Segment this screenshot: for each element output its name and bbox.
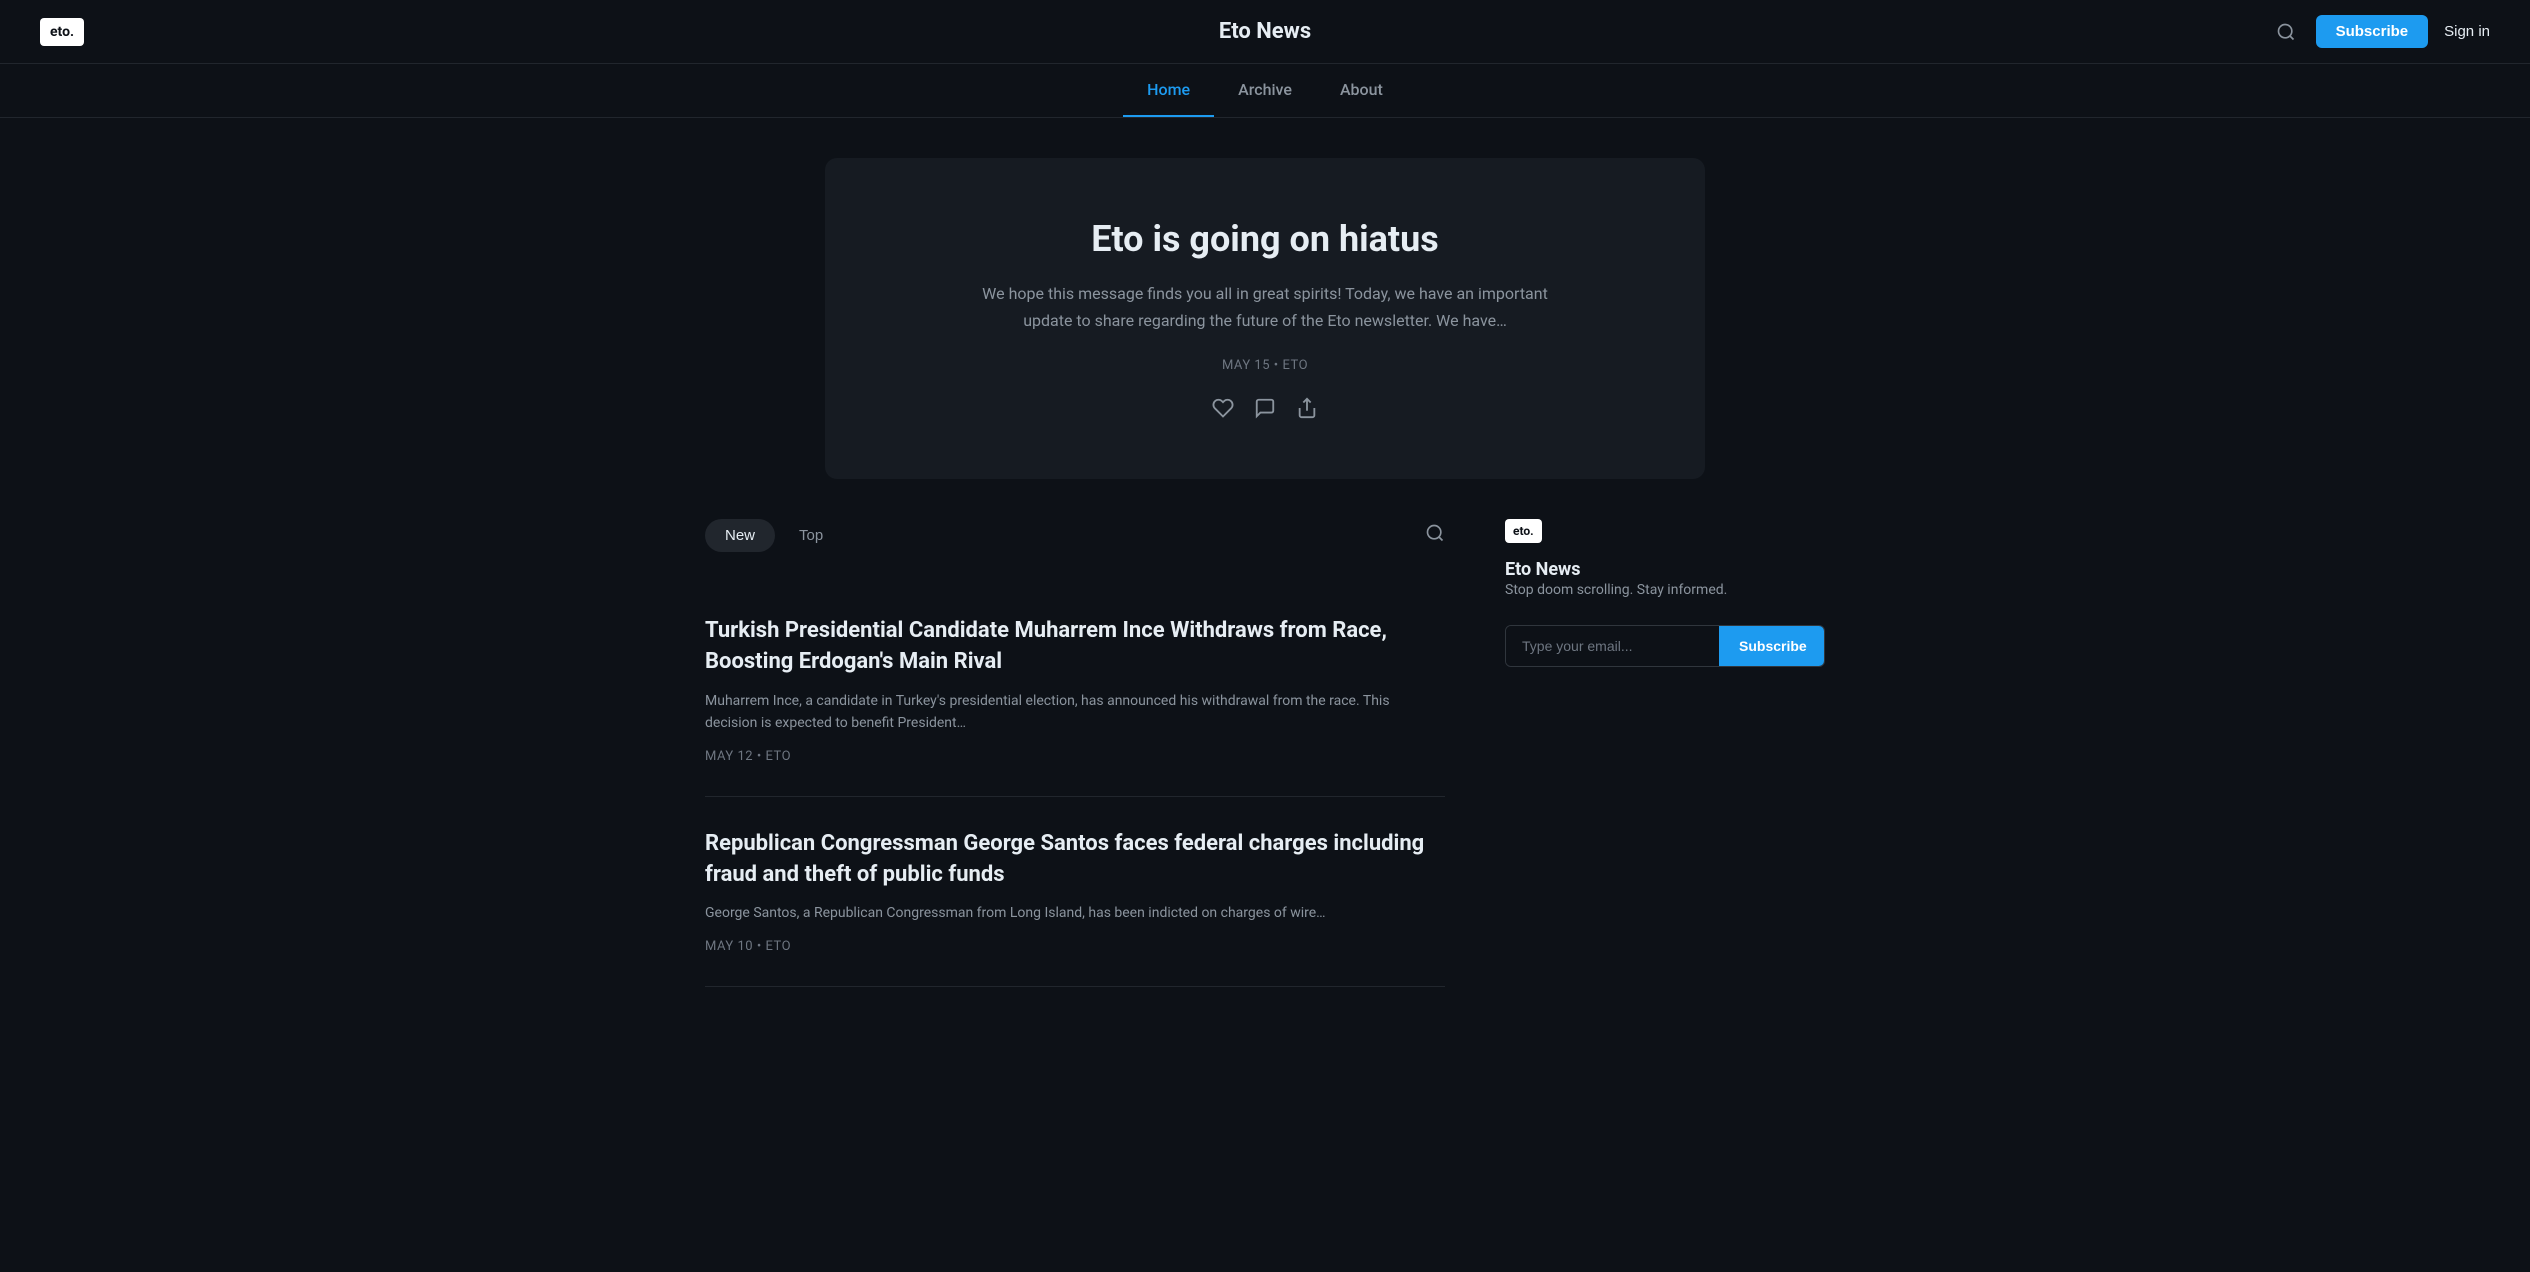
header-actions: Subscribe Sign in <box>2272 15 2490 48</box>
main-content: New Top Turkish Presidential Candidate M… <box>665 519 1865 1046</box>
hero-comment-button[interactable] <box>1254 397 1276 419</box>
tab-new[interactable]: New <box>705 519 775 552</box>
hero-section: Eto is going on hiatus We hope this mess… <box>825 158 1705 479</box>
sidebar-subscribe-form: Subscribe <box>1505 625 1825 667</box>
sidebar-logo: eto. <box>1505 519 1825 543</box>
header-logo: eto. <box>40 18 84 46</box>
sidebar-logo-box: eto. <box>1505 519 1542 543</box>
hero-description: We hope this message finds you all in gr… <box>965 280 1565 334</box>
nav-item-about[interactable]: About <box>1316 64 1407 117</box>
hero-like-button[interactable] <box>1212 397 1234 419</box>
post-title[interactable]: Turkish Presidential Candidate Muharrem … <box>705 616 1445 678</box>
posts-section: New Top Turkish Presidential Candidate M… <box>705 519 1445 986</box>
posts-search-button[interactable] <box>1425 523 1445 549</box>
hero-meta: MAY 15 • ETO <box>905 358 1625 373</box>
search-button[interactable] <box>2272 18 2300 46</box>
logo-box: eto. <box>40 18 84 46</box>
hero-share-button[interactable] <box>1296 397 1318 419</box>
header-subscribe-button[interactable]: Subscribe <box>2316 15 2429 48</box>
hero-title: Eto is going on hiatus <box>905 218 1625 260</box>
sidebar-subscribe-button[interactable]: Subscribe <box>1719 626 1825 666</box>
sidebar-email-input[interactable] <box>1506 626 1719 666</box>
post-meta: MAY 12 • ETO <box>705 749 1445 764</box>
main-nav: Home Archive About <box>0 64 2530 118</box>
post-meta: MAY 10 • ETO <box>705 939 1445 954</box>
nav-item-archive[interactable]: Archive <box>1214 64 1316 117</box>
header: eto. Eto News Subscribe Sign in <box>0 0 2530 64</box>
sidebar-title: Eto News <box>1505 559 1825 580</box>
tab-top[interactable]: Top <box>779 519 843 552</box>
signin-button[interactable]: Sign in <box>2444 23 2490 40</box>
site-title: Eto News <box>1219 19 1311 44</box>
sidebar-tagline: Stop doom scrolling. Stay informed. <box>1505 580 1825 601</box>
post-excerpt: Muharrem Ince, a candidate in Turkey's p… <box>705 690 1445 735</box>
nav-item-home[interactable]: Home <box>1123 64 1214 117</box>
post-card: Turkish Presidential Candidate Muharrem … <box>705 584 1445 796</box>
tab-group: New Top <box>705 519 843 552</box>
hero-actions <box>905 397 1625 419</box>
post-title[interactable]: Republican Congressman George Santos fac… <box>705 829 1445 891</box>
sidebar: eto. Eto News Stop doom scrolling. Stay … <box>1505 519 1825 667</box>
post-excerpt: George Santos, a Republican Congressman … <box>705 902 1445 924</box>
post-card: Republican Congressman George Santos fac… <box>705 797 1445 987</box>
posts-header: New Top <box>705 519 1445 552</box>
